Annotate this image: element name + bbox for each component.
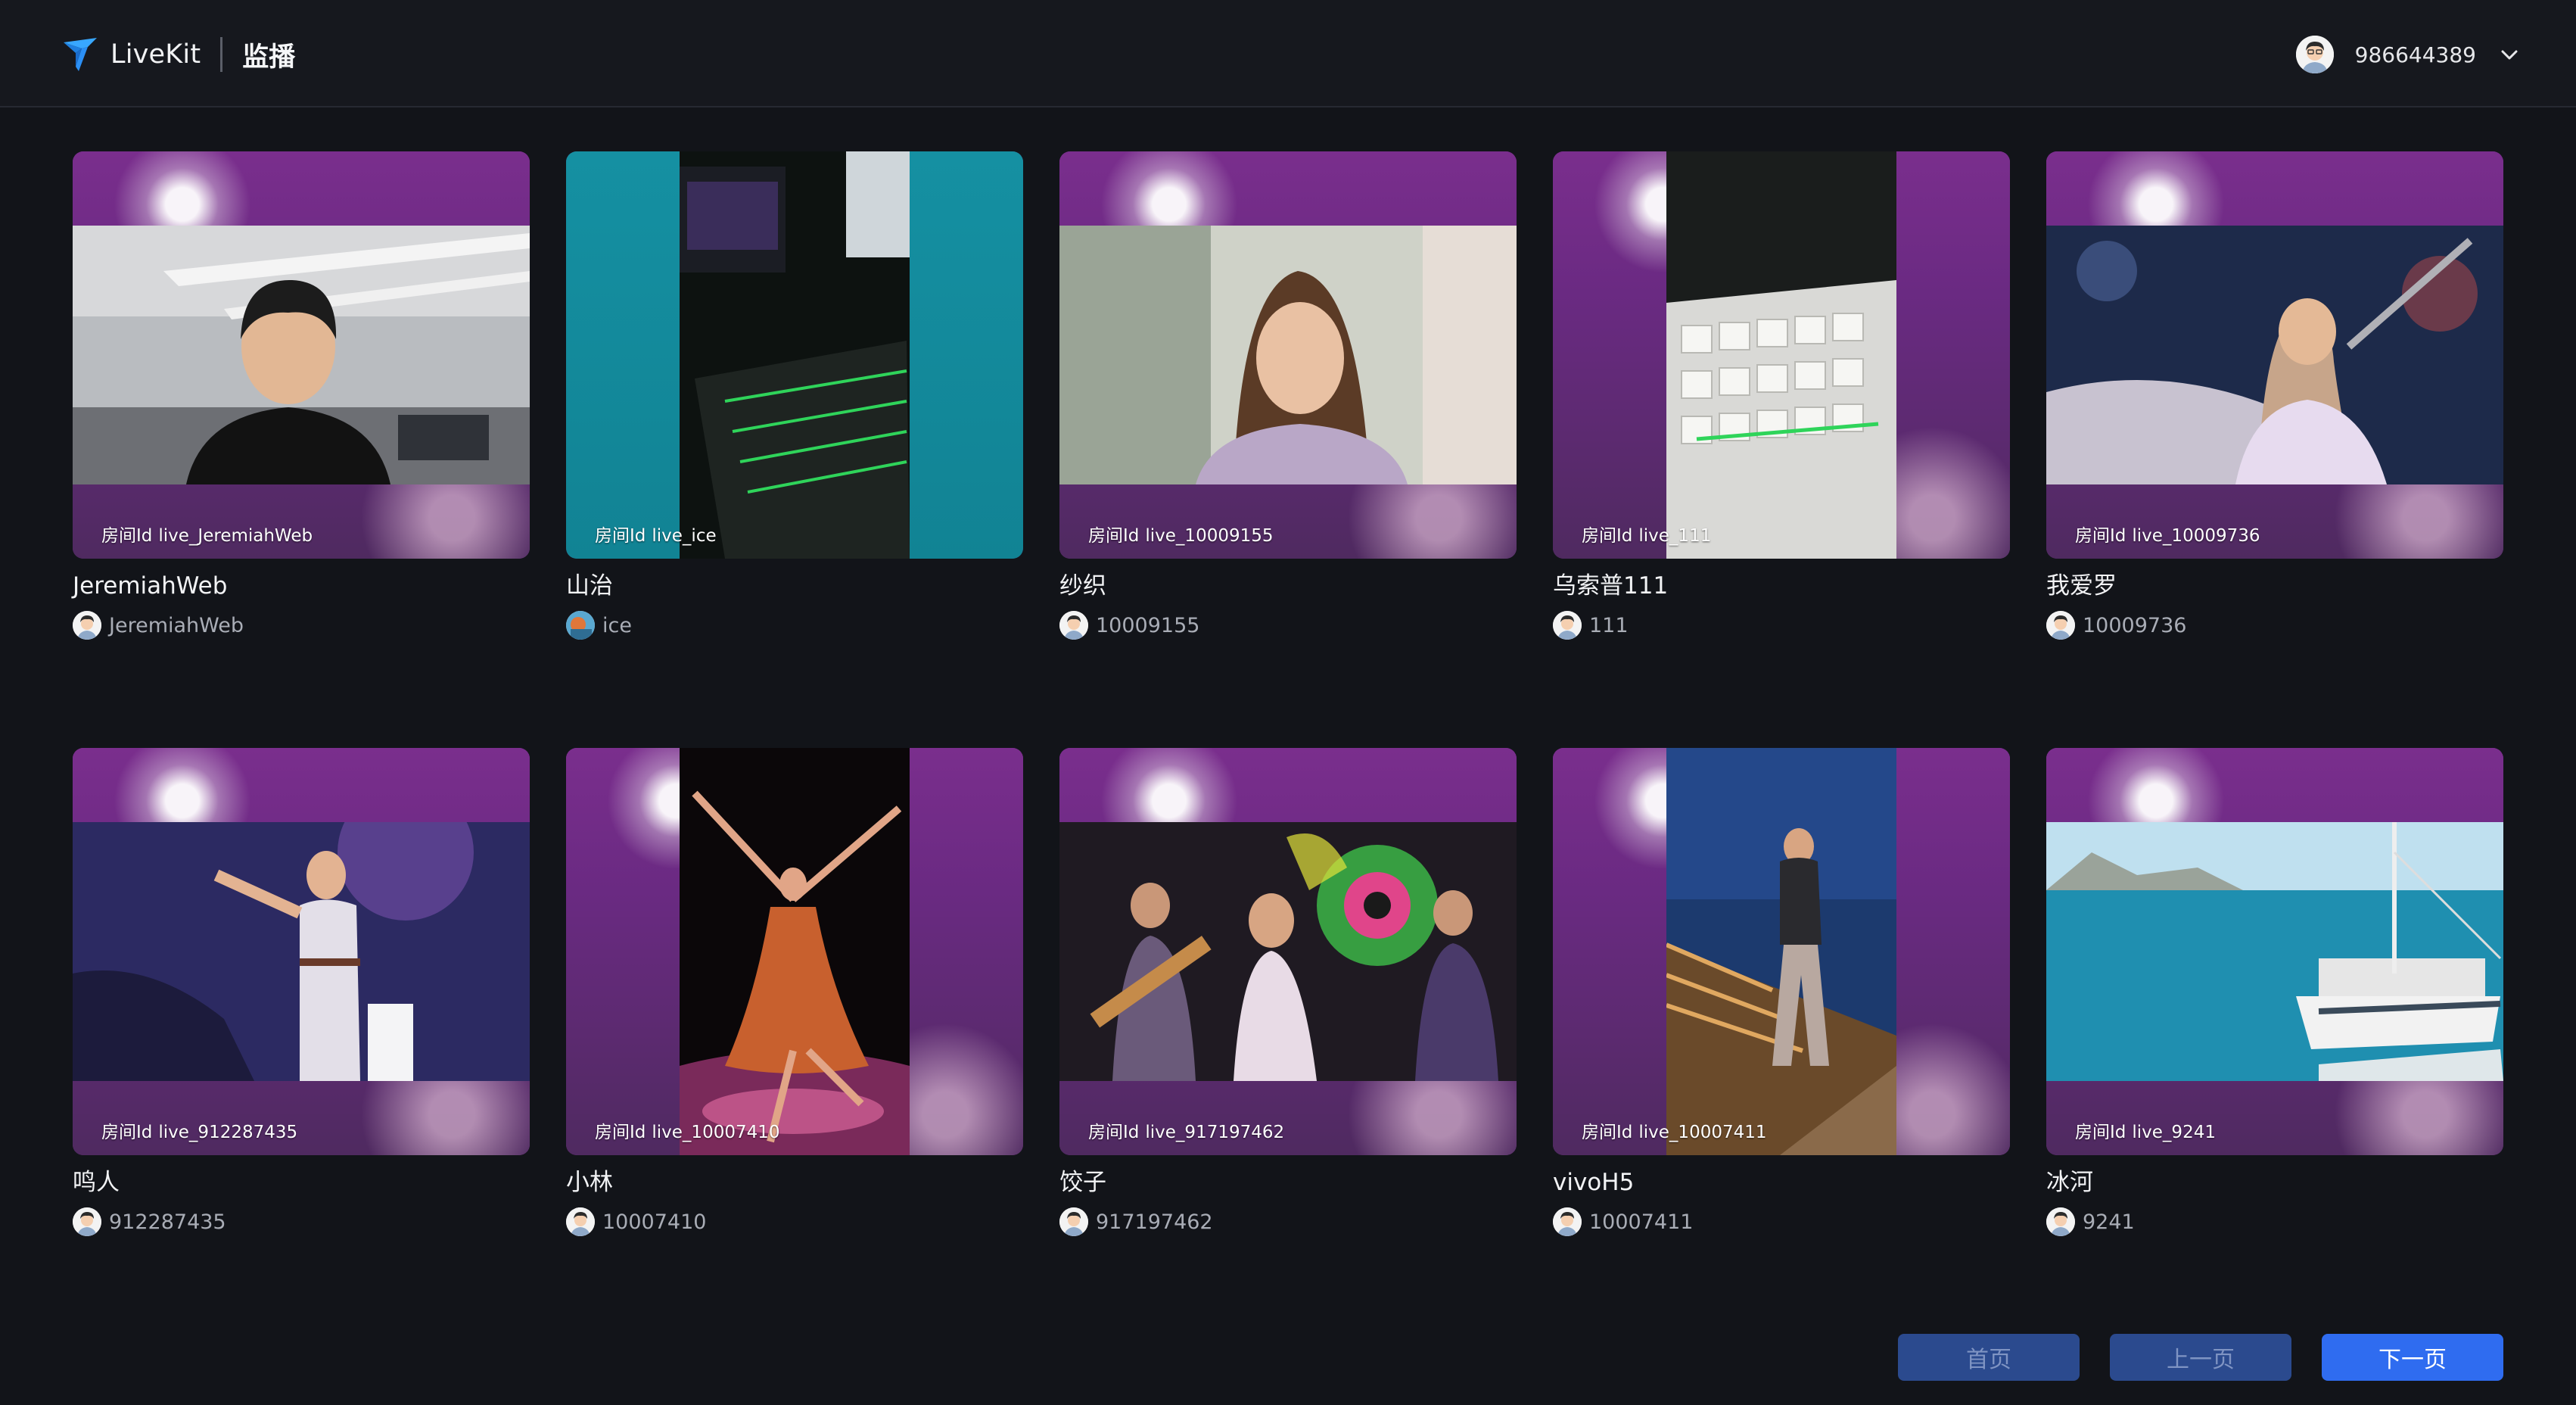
- room-host: 10007411: [1553, 1207, 2010, 1237]
- room-host: 10009736: [2046, 610, 2503, 640]
- host-avatar: [566, 611, 595, 640]
- host-name: 10009736: [2083, 613, 2187, 637]
- host-name: JeremiahWeb: [109, 613, 244, 637]
- host-avatar: [73, 1207, 101, 1236]
- video-frame: [1666, 748, 1896, 1155]
- room-title: vivoH5: [1553, 1169, 1635, 1196]
- page-title: 监播: [242, 42, 296, 73]
- host-name: 917197462: [1096, 1210, 1213, 1234]
- host-avatar: [2046, 611, 2075, 640]
- room-title: 小林: [566, 1169, 613, 1196]
- host-name: 10009155: [1096, 613, 1200, 637]
- video-frame: [680, 151, 910, 559]
- host-name: 912287435: [109, 1210, 226, 1234]
- room-host: 111: [1553, 610, 2010, 640]
- host-name: 10007410: [602, 1210, 707, 1234]
- room-thumbnail[interactable]: 房间Id live_10007410: [566, 748, 1023, 1155]
- video-frame: [680, 748, 910, 1155]
- room-thumbnail[interactable]: 房间Id live_10009736: [2046, 151, 2503, 559]
- host-name: 10007411: [1589, 1210, 1694, 1234]
- room-title: 我爱罗: [2046, 572, 2117, 600]
- next-page-button[interactable]: 下一页: [2322, 1334, 2503, 1381]
- room-title: JeremiahWeb: [73, 572, 228, 600]
- room-host: JeremiahWeb: [73, 610, 530, 640]
- host-avatar: [566, 1207, 595, 1236]
- room-id-label: 房间Id live_917197462: [1088, 1123, 1285, 1142]
- host-avatar: [1553, 1207, 1582, 1236]
- room-card[interactable]: 房间Id live_10009736 我爱罗 10009736: [2046, 151, 2503, 748]
- room-grid: 房间Id live_JeremiahWeb JeremiahWeb Jeremia…: [73, 151, 2503, 1344]
- room-id-label: 房间Id live_JeremiahWeb: [101, 526, 313, 546]
- room-host: 10009155: [1059, 610, 1517, 640]
- prev-page-button[interactable]: 上一页: [2110, 1334, 2291, 1381]
- room-thumbnail[interactable]: 房间Id live_10007411: [1553, 748, 2010, 1155]
- video-frame: [2046, 226, 2503, 484]
- room-id-label: 房间Id live_10009155: [1088, 526, 1274, 546]
- video-frame: [1666, 151, 1896, 559]
- video-frame: [73, 226, 530, 484]
- room-id-label: 房间Id live_9241: [2075, 1123, 2216, 1142]
- room-id-label: 房间Id live_10007410: [595, 1123, 780, 1142]
- room-thumbnail[interactable]: 房间Id live_ice: [566, 151, 1023, 559]
- room-card[interactable]: 房间Id live_10009155 纱织 10009155: [1059, 151, 1517, 748]
- host-name: 111: [1589, 613, 1629, 637]
- pagination: 首页 上一页 下一页: [1868, 1334, 2503, 1381]
- room-id-label: 房间Id live_10009736: [2075, 526, 2260, 546]
- video-frame: [1059, 226, 1517, 484]
- room-title: 乌索普111: [1553, 572, 1669, 600]
- room-card[interactable]: 房间Id live_10007410 小林 10007410: [566, 748, 1023, 1344]
- user-menu[interactable]: 986644389: [2295, 33, 2520, 76]
- room-id-label: 房间Id live_ice: [595, 526, 717, 546]
- host-avatar: [1553, 611, 1582, 640]
- app-root: LiveKit 监播 986644389 房间Id live_JeremiahW…: [0, 0, 2576, 1405]
- room-thumbnail[interactable]: 房间Id live_10009155: [1059, 151, 1517, 559]
- room-card[interactable]: 房间Id live_10007411 vivoH5 10007411: [1553, 748, 2010, 1344]
- room-card[interactable]: 房间Id live_912287435 鸣人 912287435: [73, 748, 530, 1344]
- brand-name: LiveKit: [110, 39, 201, 70]
- room-card[interactable]: 房间Id live_111 乌索普111 111: [1553, 151, 2010, 748]
- chevron-down-icon[interactable]: [2499, 44, 2520, 65]
- host-avatar: [1059, 611, 1088, 640]
- user-avatar[interactable]: [2295, 36, 2334, 73]
- room-host: 917197462: [1059, 1207, 1517, 1237]
- room-thumbnail[interactable]: 房间Id live_9241: [2046, 748, 2503, 1155]
- host-avatar: [1059, 1207, 1088, 1236]
- room-host: ice: [566, 610, 1023, 640]
- host-avatar: [73, 611, 101, 640]
- room-card[interactable]: 房间Id live_JeremiahWeb JeremiahWeb Jeremia…: [73, 151, 530, 748]
- room-title: 冰河: [2046, 1169, 2093, 1196]
- room-id-label: 房间Id live_912287435: [101, 1123, 298, 1142]
- livekit-logo-icon: [64, 38, 97, 71]
- video-frame: [1059, 822, 1517, 1081]
- room-host: 912287435: [73, 1207, 530, 1237]
- room-id-label: 房间Id live_111: [1582, 526, 1712, 546]
- top-header: LiveKit 监播 986644389: [0, 0, 2576, 107]
- brand-divider: [220, 37, 223, 72]
- host-name: 9241: [2083, 1210, 2135, 1234]
- host-avatar: [2046, 1207, 2075, 1236]
- room-card[interactable]: 房间Id live_ice 山治 ice: [566, 151, 1023, 748]
- room-title: 饺子: [1059, 1169, 1106, 1196]
- first-page-button[interactable]: 首页: [1898, 1334, 2080, 1381]
- room-thumbnail[interactable]: 房间Id live_912287435: [73, 748, 530, 1155]
- room-host: 9241: [2046, 1207, 2503, 1237]
- room-host: 10007410: [566, 1207, 1023, 1237]
- room-thumbnail[interactable]: 房间Id live_111: [1553, 151, 2010, 559]
- room-title: 山治: [566, 572, 613, 600]
- room-thumbnail[interactable]: 房间Id live_917197462: [1059, 748, 1517, 1155]
- room-title: 纱织: [1059, 572, 1106, 600]
- room-card[interactable]: 房间Id live_9241 冰河 9241: [2046, 748, 2503, 1344]
- room-title: 鸣人: [73, 1169, 120, 1196]
- user-name: 986644389: [2354, 42, 2476, 67]
- host-name: ice: [602, 613, 632, 637]
- room-id-label: 房间Id live_10007411: [1582, 1123, 1767, 1142]
- video-frame: [2046, 822, 2503, 1081]
- video-frame: [73, 822, 530, 1081]
- room-card[interactable]: 房间Id live_917197462 饺子 917197462: [1059, 748, 1517, 1344]
- room-thumbnail[interactable]: 房间Id live_JeremiahWeb: [73, 151, 530, 559]
- brand[interactable]: LiveKit 监播: [59, 33, 295, 76]
